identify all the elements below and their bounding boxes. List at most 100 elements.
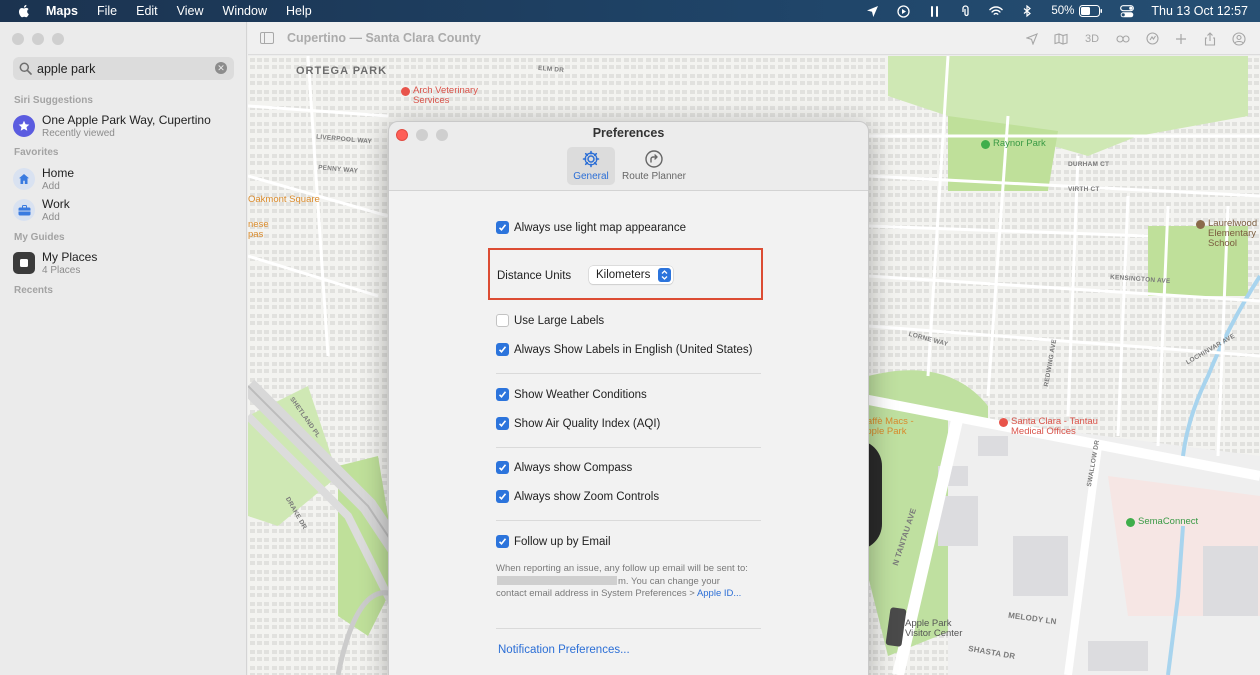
look-around-icon[interactable] <box>1116 32 1130 46</box>
compass-label: Always show Compass <box>514 461 633 474</box>
recents-heading: Recents <box>14 285 53 296</box>
zoom-label: Always show Zoom Controls <box>514 490 660 503</box>
weather-checkbox-row[interactable]: Show Weather Conditions <box>496 388 647 401</box>
search-input[interactable] <box>37 61 207 76</box>
large-labels-checkbox-row[interactable]: Use Large Labels <box>496 314 604 327</box>
aqi-checkbox[interactable] <box>496 417 509 430</box>
view-3d-button[interactable]: 3D <box>1083 32 1101 46</box>
checkmark-icon <box>498 346 507 353</box>
veterinary-pin-icon <box>401 87 410 96</box>
poi-oakmont-square[interactable]: Oakmont Square <box>248 195 320 205</box>
menu-help[interactable]: Help <box>286 4 312 18</box>
compass-checkbox[interactable] <box>496 461 509 474</box>
park-pin-icon <box>981 140 990 149</box>
clear-search-icon[interactable]: ✕ <box>215 62 227 74</box>
map-mode-icon[interactable] <box>1054 32 1068 46</box>
zoom-checkbox[interactable] <box>496 490 509 503</box>
checkmark-icon <box>498 420 507 427</box>
search-bar: ✕ <box>13 57 234 80</box>
light-map-checkbox-row[interactable]: Always use light map appearance <box>496 221 686 234</box>
add-icon[interactable] <box>1174 32 1188 46</box>
charging-pin-icon <box>1126 518 1135 527</box>
poi-apple-park-visitor-center[interactable]: Apple Park Visitor Center <box>905 619 975 639</box>
apple-id-link[interactable]: Apple ID... <box>697 588 741 599</box>
menu-edit[interactable]: Edit <box>136 4 158 18</box>
light-map-checkbox[interactable] <box>496 221 509 234</box>
poi-arch-veterinary[interactable]: Arch Veterinary Services <box>401 86 488 106</box>
poi-tantau-medical[interactable]: Santa Clara - Tantau Medical Offices <box>999 417 1106 437</box>
paperclip-icon[interactable] <box>958 4 972 18</box>
tab-general[interactable]: General <box>567 147 615 185</box>
zoom-button[interactable] <box>52 33 64 45</box>
media-play-icon[interactable] <box>896 4 910 18</box>
checkmark-icon <box>498 493 507 500</box>
battery-icon[interactable] <box>1079 4 1103 18</box>
medical-pin-icon <box>999 418 1008 427</box>
menu-file[interactable]: File <box>97 4 117 18</box>
guide-icon <box>13 252 35 274</box>
zoom-checkbox-row[interactable]: Always show Zoom Controls <box>496 490 659 503</box>
wifi-icon[interactable] <box>989 4 1004 18</box>
tools-icon[interactable] <box>927 4 941 18</box>
map-toolbar: Cupertino — Santa Clara County 3D <box>248 22 1260 55</box>
distance-units-select[interactable]: Kilometers <box>589 266 673 284</box>
aqi-label: Show Air Quality Index (AQI) <box>514 417 661 430</box>
menu-view[interactable]: View <box>177 4 204 18</box>
siri-suggestions-heading: Siri Suggestions <box>14 95 93 106</box>
window-controls <box>12 33 64 45</box>
close-button[interactable] <box>12 33 24 45</box>
poi-caffe-macs[interactable]: Caffè Macs - Apple Park <box>860 417 920 437</box>
tracking-icon[interactable] <box>1145 32 1159 46</box>
menu-window[interactable]: Window <box>223 4 267 18</box>
notification-preferences-link[interactable]: Notification Preferences... <box>498 644 630 656</box>
poi-laurelwood-school[interactable]: Laurelwood Elementary School <box>1196 219 1260 249</box>
sidebar-toggle-icon[interactable] <box>260 32 274 44</box>
distance-units-value: Kilometers <box>596 269 651 281</box>
tab-route-planner-label: Route Planner <box>622 171 686 182</box>
english-labels-checkbox[interactable] <box>496 343 509 356</box>
english-labels-checkbox-row[interactable]: Always Show Labels in English (United St… <box>496 343 752 356</box>
favorite-work[interactable]: Work Add <box>13 196 239 224</box>
section-divider <box>496 447 761 448</box>
favorite-work-title: Work <box>42 197 70 211</box>
poi-raynor-park[interactable]: Raynor Park <box>981 139 1046 149</box>
checkmark-icon <box>498 224 507 231</box>
control-center-icon[interactable] <box>1120 4 1135 18</box>
menubar-clock[interactable]: Thu 13 Oct 12:57 <box>1151 4 1248 18</box>
compass-checkbox-row[interactable]: Always show Compass <box>496 461 632 474</box>
minimize-button[interactable] <box>32 33 44 45</box>
follow-up-checkbox[interactable] <box>496 535 509 548</box>
current-location-icon[interactable] <box>1025 32 1039 46</box>
star-icon <box>13 115 35 137</box>
account-icon[interactable] <box>1232 31 1246 46</box>
weather-checkbox[interactable] <box>496 388 509 401</box>
weather-label: Show Weather Conditions <box>514 388 647 401</box>
battery-percent: 50% <box>1051 5 1075 17</box>
share-icon[interactable] <box>1203 31 1217 46</box>
favorite-home[interactable]: Home Add <box>13 165 239 193</box>
distance-units-label: Distance Units <box>497 270 572 282</box>
apple-menu-icon[interactable] <box>16 3 32 19</box>
follow-up-checkbox-row[interactable]: Follow up by Email <box>496 535 611 548</box>
aqi-checkbox-row[interactable]: Show Air Quality Index (AQI) <box>496 417 660 430</box>
poi-partial-label-2: pas <box>248 229 264 240</box>
suggestion-subtitle: Recently viewed <box>42 128 115 139</box>
school-pin-icon <box>1196 220 1205 229</box>
tab-route-planner[interactable]: Route Planner <box>619 147 689 185</box>
section-divider <box>496 628 761 629</box>
location-arrow-icon[interactable] <box>865 4 879 18</box>
checkmark-icon <box>498 538 507 545</box>
guide-my-places[interactable]: My Places 4 Places <box>13 249 239 277</box>
checkmark-icon <box>498 391 507 398</box>
preferences-dialog: Preferences General Route Planner Always… <box>388 121 869 675</box>
large-labels-checkbox[interactable] <box>496 314 509 327</box>
gear-icon <box>582 150 600 168</box>
poi-semaconnect[interactable]: SemaConnect <box>1126 517 1198 527</box>
route-arrow-icon <box>645 150 663 168</box>
menu-app-name[interactable]: Maps <box>46 4 78 18</box>
bluetooth-icon[interactable] <box>1020 4 1034 18</box>
suggestion-item[interactable]: One Apple Park Way, Cupertino Recently v… <box>13 112 239 140</box>
map-location-title: Cupertino — Santa Clara County <box>287 31 481 45</box>
preferences-body: Always use light map appearance Distance… <box>389 191 868 675</box>
sidebar: ✕ Siri Suggestions One Apple Park Way, C… <box>0 22 247 675</box>
